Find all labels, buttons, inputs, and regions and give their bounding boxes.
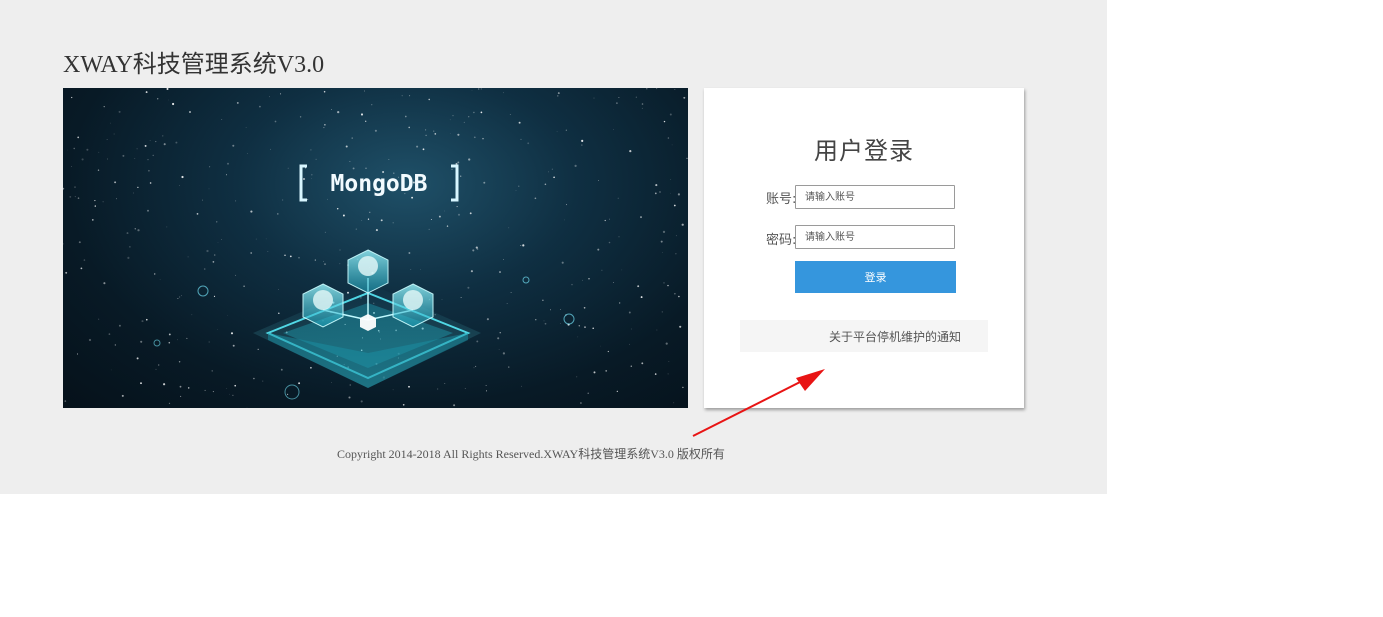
banner-logo-text: MongoDB bbox=[331, 171, 428, 197]
account-input[interactable] bbox=[795, 185, 955, 209]
banner-image: MongoDB bbox=[63, 88, 688, 408]
login-card: 用户登录 账号: 密码: 登录 关于平台停机维护的通知 bbox=[704, 88, 1024, 408]
app-title: XWAY科技管理系统V3.0 bbox=[63, 52, 325, 78]
password-label: 密码: bbox=[766, 233, 797, 248]
login-button[interactable]: 登录 bbox=[795, 261, 956, 293]
copyright-text: Copyright 2014-2018 All Rights Reserved.… bbox=[337, 447, 725, 461]
notice-link[interactable]: 关于平台停机维护的通知 bbox=[829, 328, 961, 345]
account-label: 账号: bbox=[766, 192, 797, 207]
banner-artwork: MongoDB bbox=[63, 88, 688, 408]
password-input[interactable] bbox=[795, 225, 955, 249]
notice-box: 关于平台停机维护的通知 bbox=[740, 320, 988, 352]
login-heading: 用户登录 bbox=[814, 137, 914, 165]
